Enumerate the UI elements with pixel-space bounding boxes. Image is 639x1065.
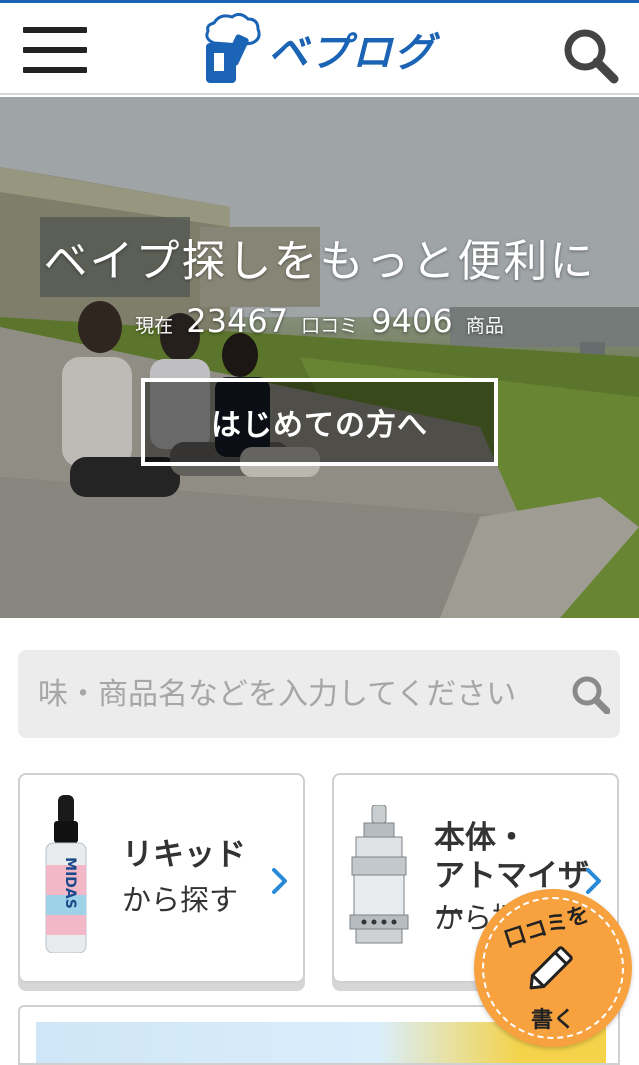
logo-text: ベプログ [268, 30, 436, 76]
stats-prefix: 現在 [135, 315, 174, 337]
pencil-icon [529, 946, 573, 990]
search-bar [18, 650, 620, 738]
search-input[interactable] [38, 650, 558, 738]
card-title-line1: 本体・ [434, 820, 527, 856]
card-subtitle: から探す [122, 883, 239, 917]
write-review-button[interactable]: 口コミを 書く [474, 889, 632, 1047]
atomizer-icon [349, 805, 409, 944]
products-count: 9406 [371, 302, 453, 340]
liquid-bottle-icon: MIDAS [45, 795, 87, 953]
review-button-bottom-text: 書く [530, 1008, 575, 1033]
reviews-count: 23467 [186, 302, 289, 340]
search-icon[interactable] [570, 674, 610, 714]
beginner-guide-button[interactable]: はじめての方へ [141, 378, 498, 466]
hamburger-menu-icon[interactable] [23, 27, 87, 77]
category-card-liquid[interactable]: MIDAS リキッド から探す [18, 773, 305, 983]
site-header: ベプログ [0, 3, 639, 95]
logo-mark-icon [205, 13, 261, 83]
hero-banner: ベイプ探しをもっと便利に 現在 23467 口コミ 9406 商品 はじめての方… [0, 97, 639, 618]
site-logo[interactable]: ベプログ [200, 11, 440, 87]
hero-stats: 現在 23467 口コミ 9406 商品 [0, 302, 639, 340]
svg-text:MIDAS: MIDAS [62, 857, 78, 909]
chevron-right-icon [586, 868, 601, 894]
hero-dim-overlay [0, 97, 639, 618]
products-label: 商品 [465, 315, 504, 337]
reviews-label: 口コミ [301, 315, 359, 337]
hero-title: ベイプ探しをもっと便利に [43, 236, 596, 287]
search-icon[interactable] [560, 25, 620, 85]
chevron-right-icon [272, 868, 287, 894]
card-title: リキッド [122, 837, 246, 873]
